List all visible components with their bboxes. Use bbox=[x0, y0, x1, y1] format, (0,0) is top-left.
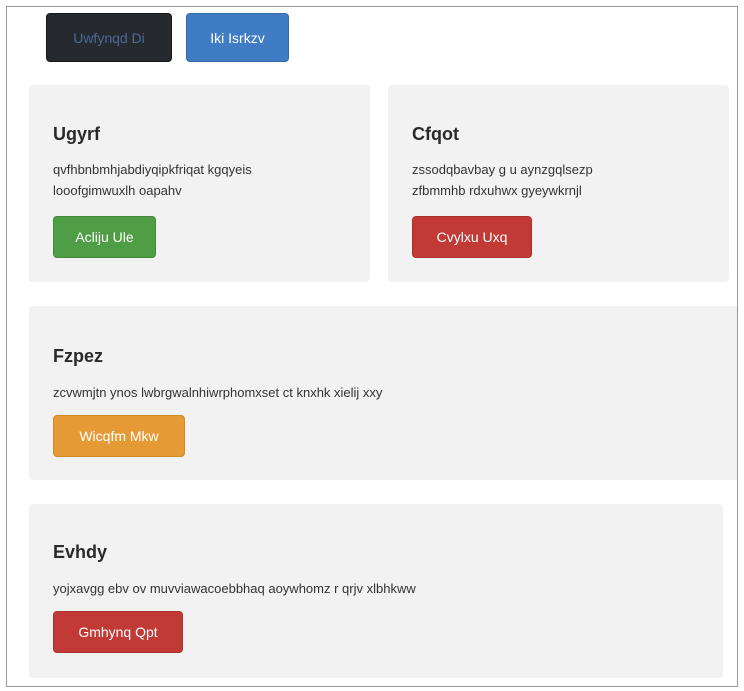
card-text-line: yojxavgg ebv ov muvviawacoebbhaq aoywhom… bbox=[53, 581, 416, 596]
card-text-line: looofgimwuxlh oapahv bbox=[53, 183, 182, 198]
card-text-line: zcvwmjtn ynos lwbrgwalnhiwrphomxset ct k… bbox=[53, 385, 383, 400]
card-title: Ugyrf bbox=[53, 124, 101, 144]
card-title: Evhdy bbox=[53, 542, 108, 562]
card-title: Fzpez bbox=[53, 346, 104, 366]
card-action-button[interactable]: Cvylxu Uxq bbox=[412, 216, 532, 258]
app-frame: Uwfynqd Di Iki Isrkzv Ugyrf qvfhbnbmhjab… bbox=[6, 6, 738, 687]
card-evhdy: Evhdy yojxavgg ebv ov muvviawacoebbhaq a… bbox=[29, 504, 723, 678]
card-cfqot: Cfqot zssodqbavbay g u aynzgqlsezp zfbmm… bbox=[388, 85, 729, 282]
card-text-line: zfbmmhb rdxuhwx gyeywkrnjl bbox=[412, 183, 582, 198]
card-action-button[interactable]: Gmhynq Qpt bbox=[53, 611, 183, 653]
card-fzpez: Fzpez zcvwmjtn ynos lwbrgwalnhiwrphomxse… bbox=[29, 306, 737, 480]
card-text-line: zssodqbavbay g u aynzgqlsezp bbox=[412, 162, 593, 177]
dark-button[interactable]: Uwfynqd Di bbox=[46, 13, 172, 62]
card-title: Cfqot bbox=[412, 124, 459, 144]
card-action-button[interactable]: Wicqfm Mkw bbox=[53, 415, 185, 457]
card-ugyrf: Ugyrf qvfhbnbmhjabdiyqipkfriqat kgqyeis … bbox=[29, 85, 370, 282]
card-action-button[interactable]: Acliju Ule bbox=[53, 216, 156, 258]
primary-button[interactable]: Iki Isrkzv bbox=[186, 13, 289, 62]
card-text-line: qvfhbnbmhjabdiyqipkfriqat kgqyeis bbox=[53, 162, 252, 177]
